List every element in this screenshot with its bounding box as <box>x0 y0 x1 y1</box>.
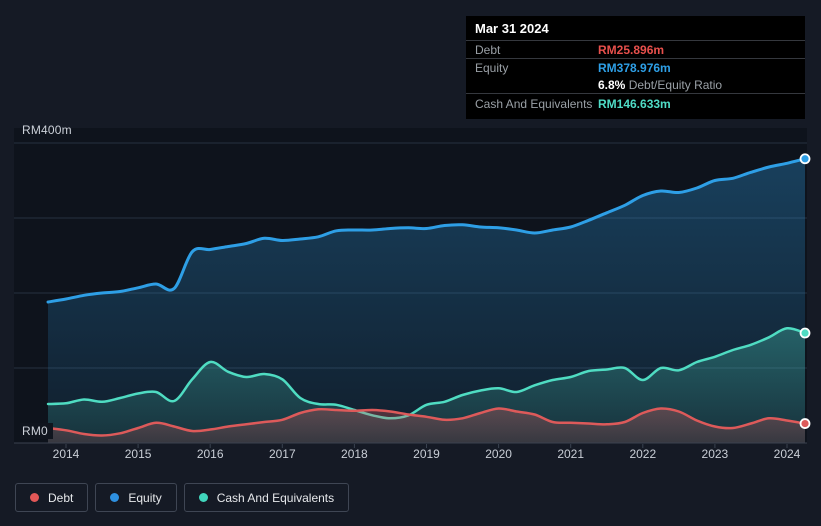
debt-dot-icon <box>30 493 39 502</box>
cash-dot-icon <box>198 493 208 502</box>
y-axis-label-top: RM400m <box>22 123 72 137</box>
legend-equity-label: Equity <box>128 490 162 505</box>
legend-item-equity[interactable]: Equity <box>95 483 177 512</box>
legend-cash-label: Cash And Equivalents <box>216 490 335 505</box>
cash-endpoint-marker[interactable] <box>799 327 811 339</box>
equity-endpoint-marker[interactable] <box>799 153 811 165</box>
debt-endpoint-marker[interactable] <box>799 418 811 429</box>
x-axis-label-2020: 2020 <box>485 447 512 461</box>
tooltip-debt-value: RM25.896m <box>598 43 665 57</box>
tooltip-debt-row: Debt RM25.896m <box>466 41 805 59</box>
tooltip-cash-value: RM146.633m <box>598 97 671 111</box>
tooltip-equity-value: RM378.976m <box>598 61 671 75</box>
y-axis-label-zero: RM0 <box>20 423 53 439</box>
legend-item-cash[interactable]: Cash And Equivalents <box>183 483 350 512</box>
legend-debt-label: Debt <box>48 490 74 505</box>
chart-tooltip: Mar 31 2024 Debt RM25.896m Equity RM378.… <box>466 16 805 119</box>
tooltip-ratio: 6.8% Debt/Equity Ratio <box>598 78 722 92</box>
equity-dot-icon <box>110 493 120 502</box>
tooltip-cash-row: Cash And Equivalents RM146.633m <box>466 94 805 119</box>
tooltip-ratio-value: 6.8% <box>598 78 626 92</box>
x-axis-label-2016: 2016 <box>196 447 224 461</box>
x-axis-label-2023: 2023 <box>701 447 729 461</box>
tooltip-debt-label: Debt <box>475 43 501 57</box>
x-axis-label-2015: 2015 <box>124 447 152 461</box>
legend-item-debt[interactable]: Debt <box>15 483 89 512</box>
tooltip-equity-row: Equity RM378.976m 6.8% Debt/Equity Ratio <box>466 59 805 94</box>
tooltip-equity-label: Equity <box>475 61 509 75</box>
x-axis-label-2022: 2022 <box>629 447 657 461</box>
x-axis-label-2018: 2018 <box>341 447 368 461</box>
chart-legend: Debt Equity Cash And Equivalents <box>15 483 350 512</box>
x-axis-label-2021: 2021 <box>557 447 585 461</box>
x-axis-label-2019: 2019 <box>413 447 440 461</box>
x-axis-label-2017: 2017 <box>268 447 296 461</box>
x-axis-label-2024: 2024 <box>773 447 801 461</box>
tooltip-cash-label: Cash And Equivalents <box>475 97 593 111</box>
tooltip-ratio-label: Debt/Equity Ratio <box>628 78 723 92</box>
tooltip-date: Mar 31 2024 <box>466 16 805 41</box>
x-axis-label-2014: 2014 <box>52 447 80 461</box>
debt-equity-chart-panel: RM400m RM0 2014 2015 2016 2017 2018 2019 2020 2… <box>0 0 821 526</box>
